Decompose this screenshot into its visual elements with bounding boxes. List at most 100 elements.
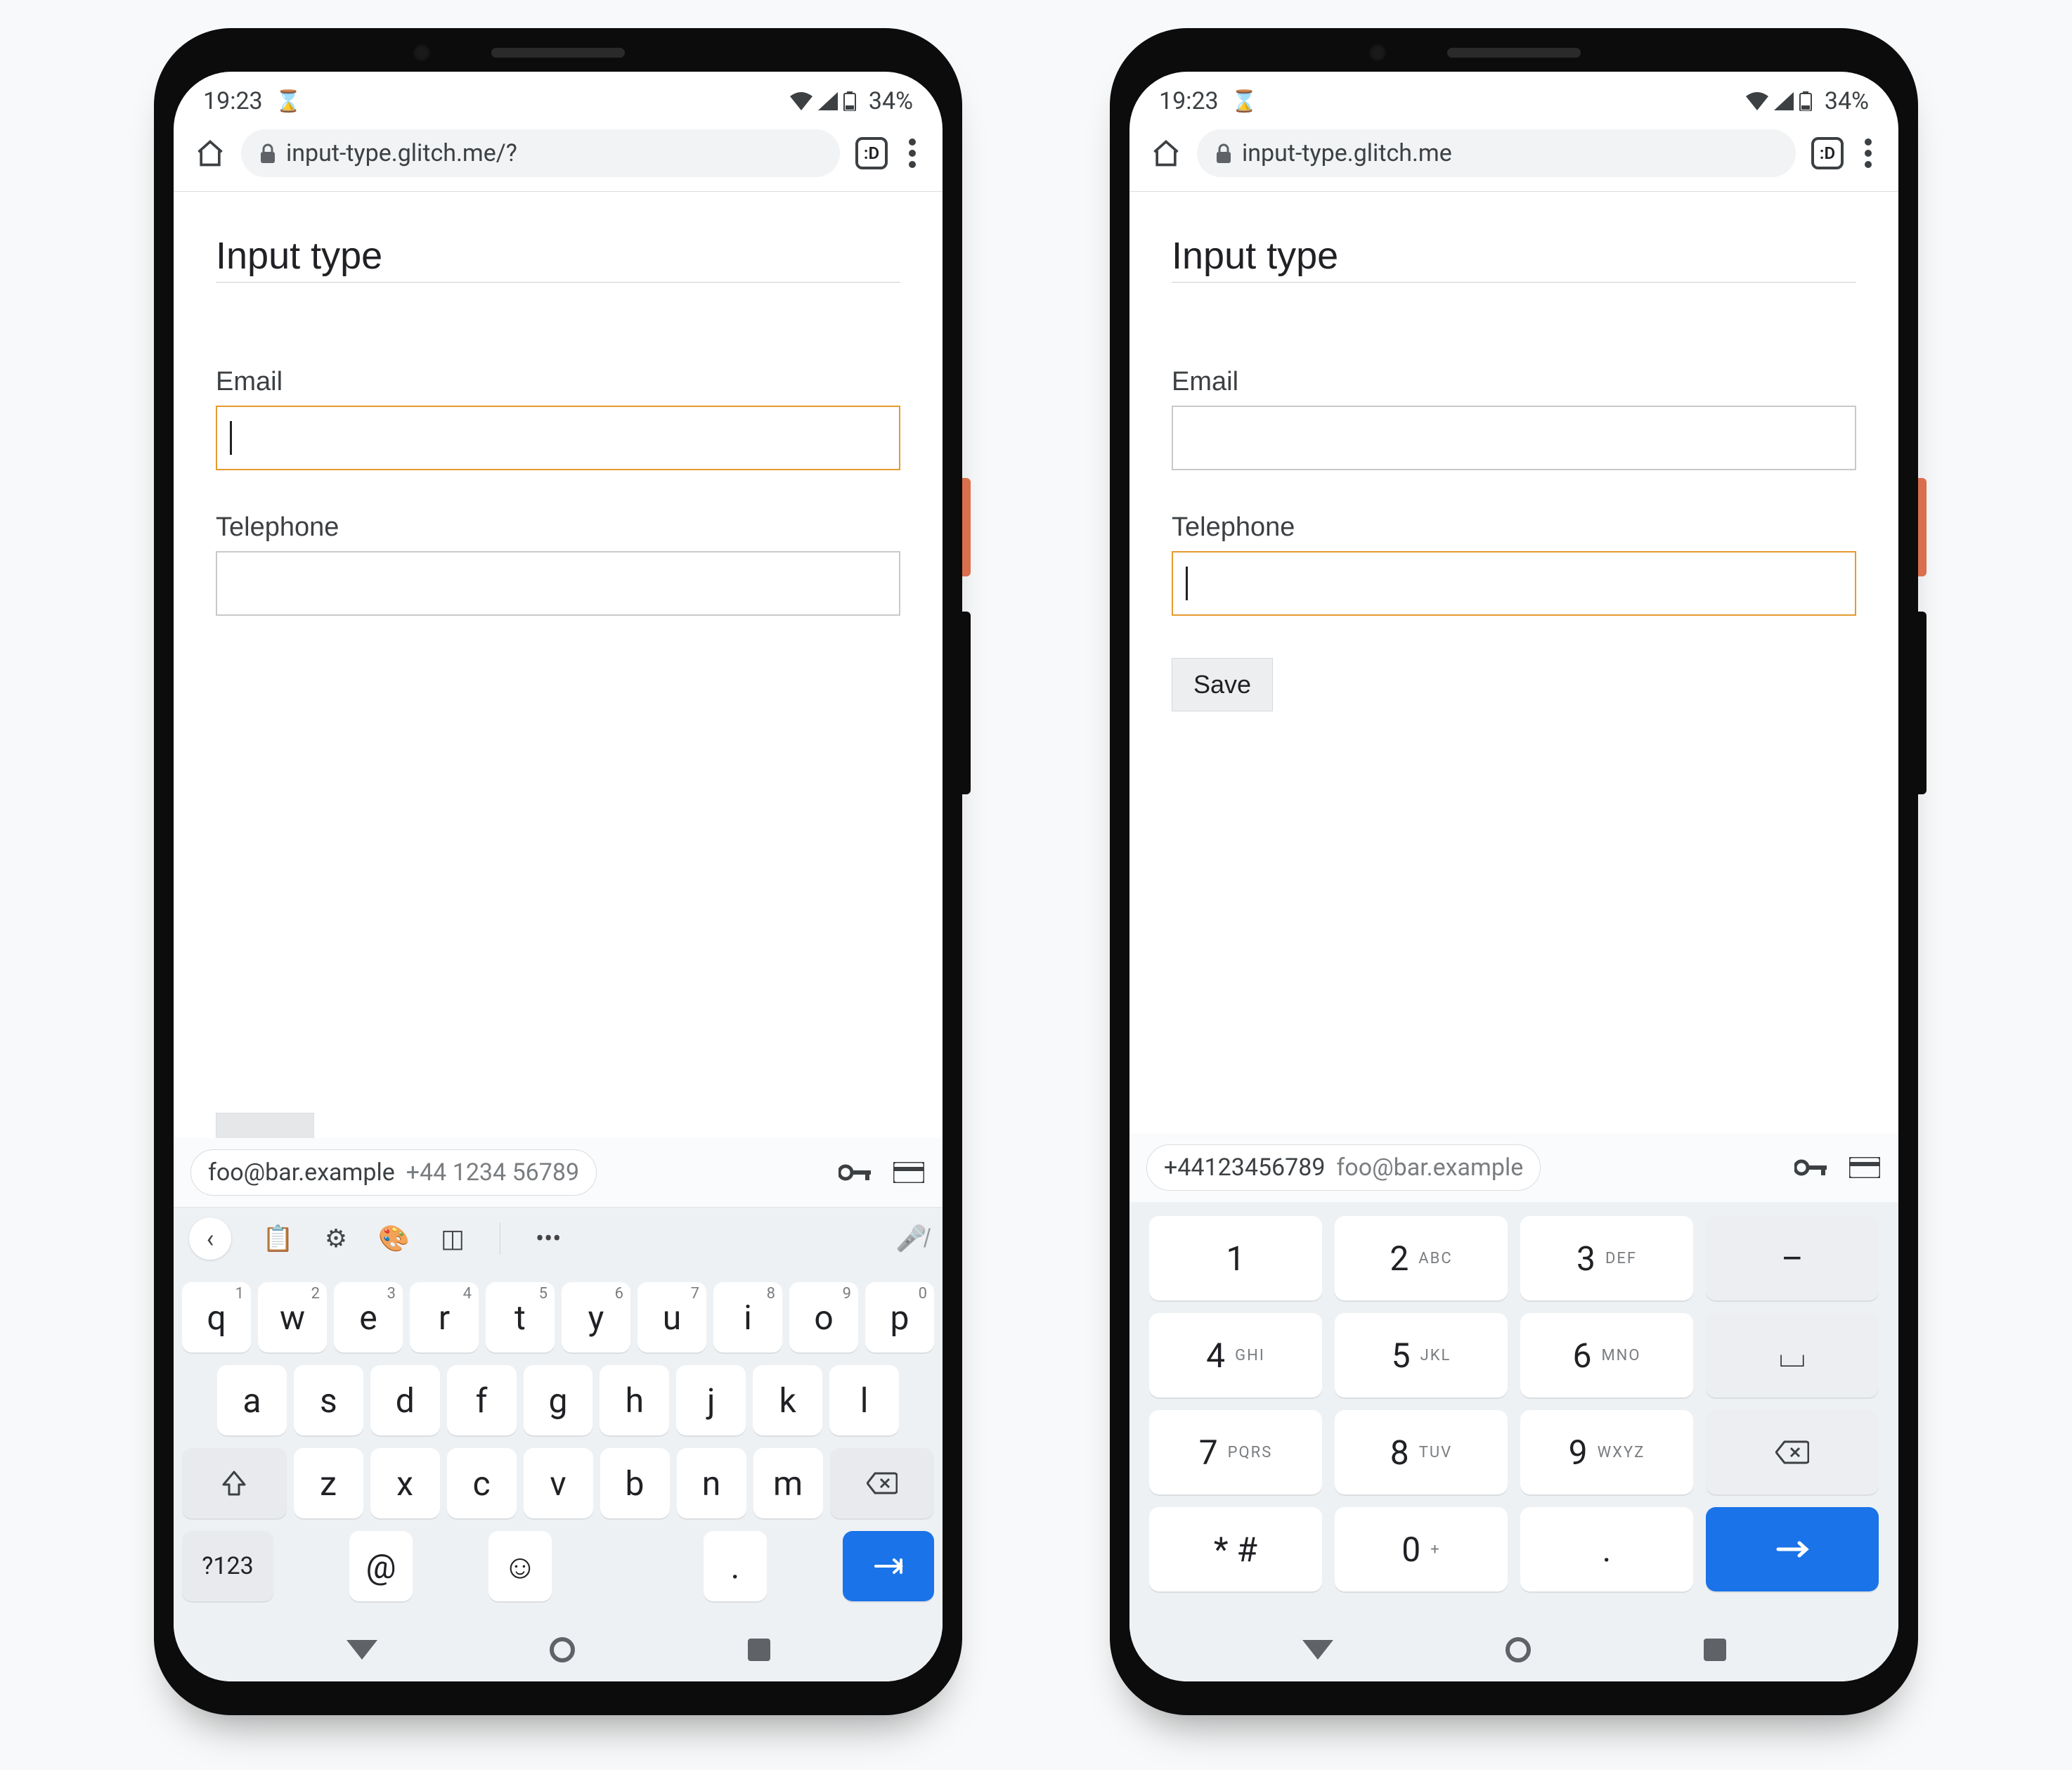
card-icon[interactable] [892,1156,926,1189]
numkey-5[interactable]: 5JKL [1335,1313,1508,1397]
numkey-9[interactable]: 9WXYZ [1520,1410,1693,1494]
password-key-icon[interactable] [1794,1151,1828,1184]
phone-right: 19:23 ⌛ 34% input-type.glitch.me :D [1110,28,1918,1715]
email-field[interactable] [216,406,900,470]
key-m[interactable]: m [753,1448,823,1518]
numkey-.[interactable]: . [1520,1507,1693,1591]
key-i[interactable]: i8 [713,1282,782,1352]
email-label: Email [216,367,900,397]
tel-label: Telephone [1172,512,1856,543]
tel-field[interactable] [1172,551,1856,616]
clipboard-icon[interactable]: 📋 [262,1224,294,1253]
key-f[interactable]: f [447,1365,517,1435]
period-key[interactable]: . [704,1531,767,1601]
key-j[interactable]: j [676,1365,746,1435]
key-g[interactable]: g [524,1365,593,1435]
gear-icon[interactable]: ⚙ [325,1224,347,1253]
nav-home[interactable] [1506,1637,1531,1662]
shift-icon [222,1471,246,1496]
numkey-7[interactable]: 7PQRS [1149,1410,1322,1494]
backspace-icon [867,1472,898,1494]
address-bar[interactable]: input-type.glitch.me/? [241,129,840,177]
numkey-8[interactable]: 8TUV [1335,1410,1508,1494]
kbd-back-button[interactable]: ‹ [189,1217,231,1260]
card-icon[interactable] [1848,1151,1882,1184]
autofill-chip[interactable]: foo@bar.example +44 1234 56789 [190,1149,597,1196]
key-y[interactable]: y6 [562,1282,630,1352]
key-v[interactable]: v [524,1448,593,1518]
overflow-menu[interactable] [903,138,921,168]
key-q[interactable]: q1 [182,1282,251,1352]
keyboard: foo@bar.example +44 1234 56789 ‹ 📋 ⚙ [174,1138,943,1681]
save-button-peek[interactable] [216,1113,314,1138]
key-e[interactable]: e3 [334,1282,403,1352]
key-x[interactable]: x [370,1448,440,1518]
numkey-4[interactable]: 4GHI [1149,1313,1322,1397]
key-c[interactable]: c [447,1448,517,1518]
enter-key[interactable] [843,1531,934,1601]
save-button[interactable]: Save [1172,658,1273,711]
numkey-1[interactable]: 1 [1149,1216,1322,1300]
numkey-2[interactable]: 2ABC [1335,1216,1508,1300]
autofill-email: foo@bar.example [208,1158,395,1187]
key-z[interactable]: z [294,1448,363,1518]
power-button [1918,478,1927,576]
key-l[interactable]: l [829,1365,899,1435]
tel-field[interactable] [216,551,900,616]
key-u[interactable]: u7 [637,1282,706,1352]
numkey-*#[interactable]: * # [1149,1507,1322,1591]
nav-recent[interactable] [1704,1639,1726,1661]
mic-off-icon[interactable]: 🎤̸ [895,1224,927,1253]
numkey-0[interactable]: 0+ [1335,1507,1508,1591]
numkey-6[interactable]: 6MNO [1520,1313,1693,1397]
emoji-key[interactable]: ☺ [488,1531,552,1601]
key-t[interactable]: t5 [486,1282,555,1352]
wifi-icon [790,92,812,110]
address-bar[interactable]: input-type.glitch.me [1197,129,1796,177]
palette-icon[interactable]: 🎨 [378,1224,410,1253]
symbols-key[interactable]: ?123 [182,1531,273,1601]
more-icon[interactable]: ••• [536,1224,561,1253]
volume-button [962,612,971,794]
autofill-bar: +44123456789 foo@bar.example [1129,1133,1898,1202]
nav-back[interactable] [1302,1640,1333,1660]
title-rule [216,282,900,283]
email-field[interactable] [1172,406,1856,470]
shift-key[interactable] [182,1448,287,1518]
at-key[interactable]: @ [349,1531,413,1601]
autofill-chip[interactable]: +44123456789 foo@bar.example [1146,1144,1541,1191]
password-key-icon[interactable] [838,1156,872,1189]
numkey-⌴[interactable]: ⌴ [1706,1313,1879,1397]
autofill-phone: +44123456789 [1164,1154,1325,1182]
nav-home[interactable] [550,1637,575,1662]
sticker-icon[interactable]: ◫ [441,1224,465,1253]
page-content: Input type Email Telephone [174,192,943,1138]
backspace-key[interactable] [830,1448,935,1518]
key-h[interactable]: h [600,1365,669,1435]
overflow-menu[interactable] [1859,138,1877,168]
key-w[interactable]: w2 [258,1282,327,1352]
numkey-3[interactable]: 3DEF [1520,1216,1693,1300]
key-k[interactable]: k [753,1365,822,1435]
tel-label: Telephone [216,512,900,543]
nav-back[interactable] [347,1640,377,1660]
key-d[interactable]: d [370,1365,440,1435]
url-text: input-type.glitch.me/? [286,139,517,167]
home-icon[interactable] [1151,138,1181,169]
backspace-key[interactable] [1706,1410,1879,1494]
tabs-button[interactable]: :D [855,137,888,169]
key-b[interactable]: b [600,1448,670,1518]
tabs-button[interactable]: :D [1811,137,1844,169]
key-o[interactable]: o9 [789,1282,858,1352]
key-n[interactable]: n [677,1448,746,1518]
numkey-–[interactable]: – [1706,1216,1879,1300]
backspace-icon [1775,1440,1809,1464]
nav-recent[interactable] [748,1639,770,1661]
key-a[interactable]: a [217,1365,287,1435]
status-battery: 34% [1825,87,1869,115]
key-s[interactable]: s [294,1365,363,1435]
key-r[interactable]: r4 [410,1282,479,1352]
key-p[interactable]: p0 [865,1282,934,1352]
enter-key[interactable] [1706,1507,1879,1591]
home-icon[interactable] [195,138,226,169]
